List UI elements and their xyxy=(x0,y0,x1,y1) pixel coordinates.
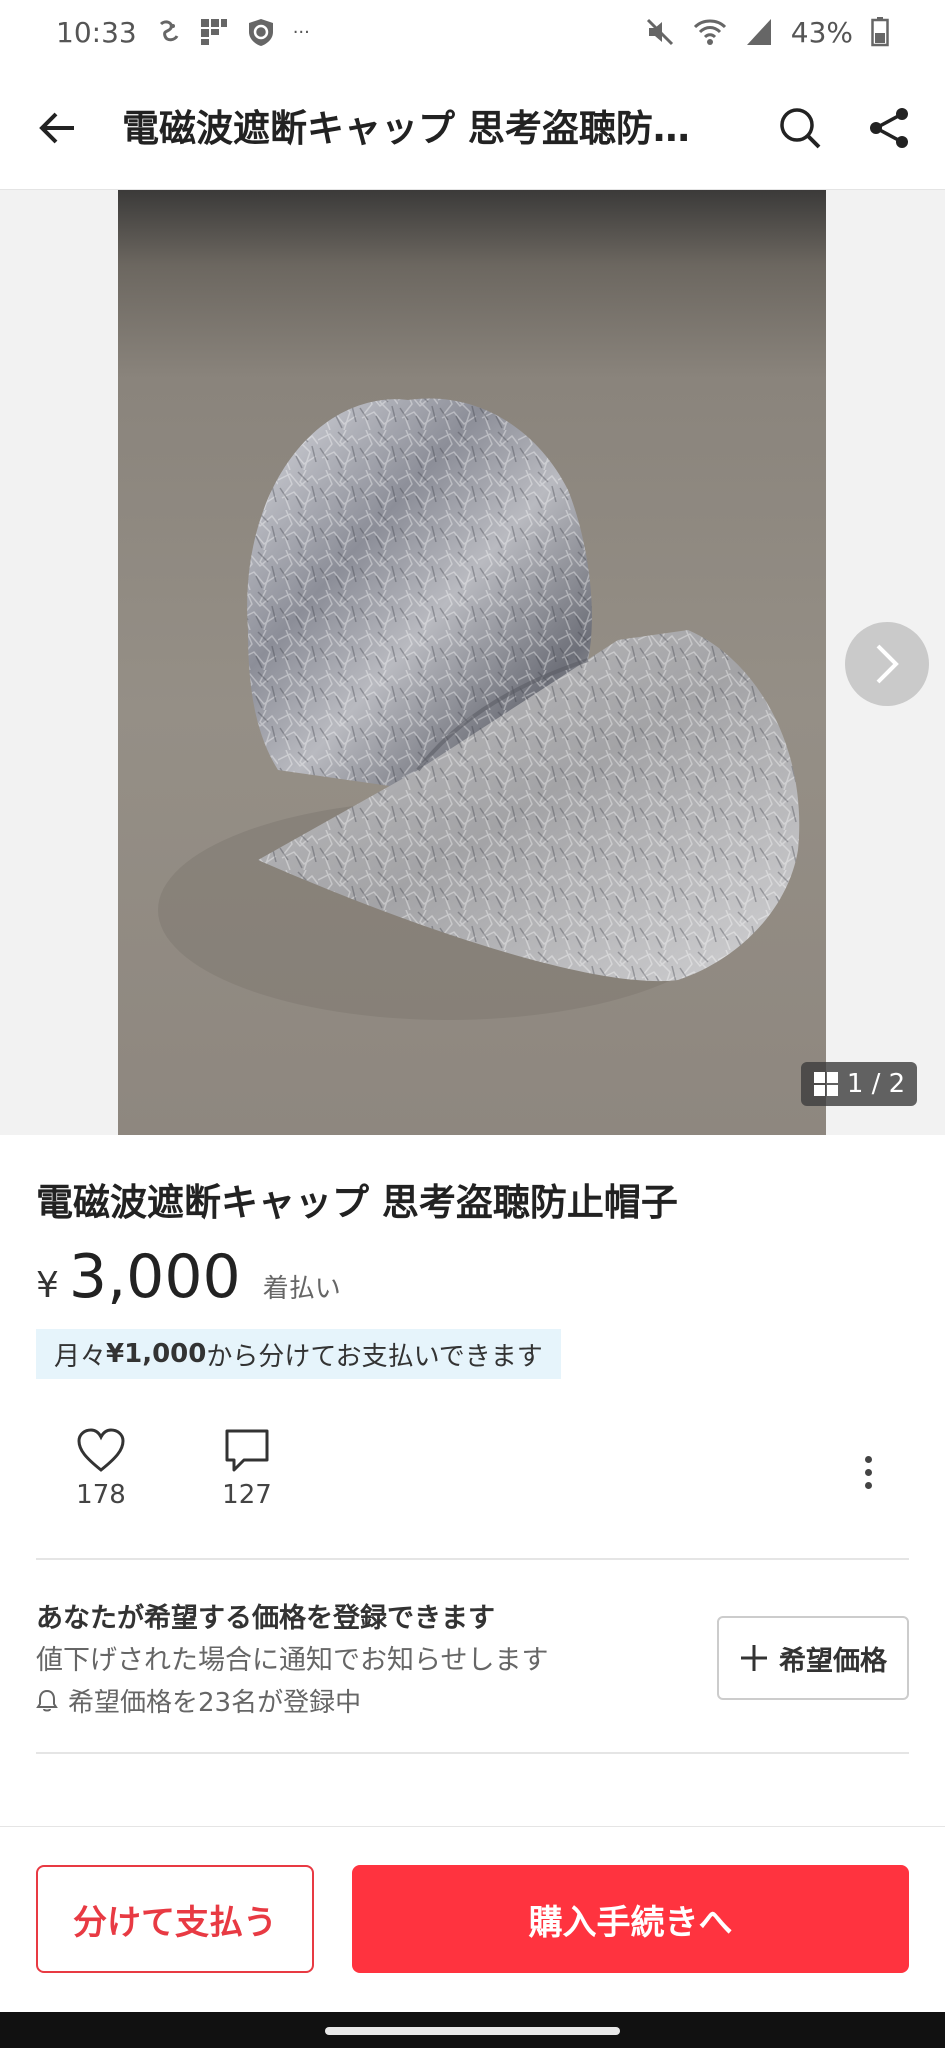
back-arrow-icon xyxy=(39,112,74,144)
foil-cap-illustration xyxy=(158,398,800,1020)
next-image-button[interactable] xyxy=(845,622,929,706)
page-title: 電磁波遮断キャップ 思考盗聴防止帽子 xyxy=(122,107,712,150)
wish-price-description: 値下げされた場合に通知でお知らせします xyxy=(36,1645,549,1676)
more-options-button[interactable] xyxy=(848,1452,888,1492)
image-counter-text: 1 / 2 xyxy=(846,1069,906,1099)
notification-app-icon xyxy=(159,20,179,42)
plus-icon xyxy=(741,1645,767,1671)
installment-amount: ¥1,000 xyxy=(106,1339,207,1369)
image-gallery[interactable]: 1 / 2 xyxy=(0,190,945,1135)
currency-symbol: ¥ xyxy=(36,1265,59,1306)
more-vertical-icon-dot xyxy=(864,1481,872,1489)
mute-icon xyxy=(646,18,673,46)
image-counter[interactable]: 1 / 2 xyxy=(801,1062,917,1106)
status-right: 43% xyxy=(645,16,889,49)
wish-price-button-label: 希望価格 xyxy=(779,1645,887,1677)
app-bar: 電磁波遮断キャップ 思考盗聴防止帽子 xyxy=(0,64,945,190)
back-button[interactable] xyxy=(30,100,86,156)
wish-price-registered: 希望価格を23名が登録中 xyxy=(36,1682,361,1719)
status-time: 10:33 xyxy=(56,15,137,49)
wish-price-registered-text: 希望価格を23名が登録中 xyxy=(68,1688,362,1718)
heart-icon xyxy=(77,1428,125,1472)
grid-app-icon xyxy=(200,19,227,45)
grid-icon xyxy=(813,1072,838,1096)
comment-button[interactable]: 127 xyxy=(216,1428,278,1510)
comment-count: 127 xyxy=(222,1480,272,1510)
status-left: 10:33 ··· xyxy=(56,16,310,49)
gesture-handle[interactable] xyxy=(325,2027,620,2035)
share-button[interactable] xyxy=(862,100,918,156)
share-icon xyxy=(870,108,908,148)
wish-price-title: あなたが希望する価格を登録できます xyxy=(36,1603,495,1634)
wish-price-button[interactable]: 希望価格 xyxy=(717,1616,909,1700)
like-count: 178 xyxy=(76,1480,126,1510)
product-title: 電磁波遮断キャップ 思考盗聴防止帽子 xyxy=(36,1181,678,1224)
signal-icon xyxy=(746,19,771,45)
installment-banner[interactable]: 月々 ¥1,000 から分けてお支払いできます xyxy=(36,1329,561,1379)
chevron-right-icon xyxy=(876,644,899,684)
divider xyxy=(36,1558,909,1560)
search-icon xyxy=(780,108,821,149)
more-vertical-icon-dot xyxy=(864,1468,872,1476)
divider xyxy=(36,1752,909,1754)
shield-app-icon xyxy=(248,19,273,46)
split-pay-button[interactable]: 分けて支払う xyxy=(36,1865,314,1973)
status-overflow: ··· xyxy=(292,21,310,43)
bottom-action-bar: 分けて支払う 購入手続きへ xyxy=(0,1826,945,2012)
bell-icon xyxy=(36,1689,58,1711)
installment-prefix: 月々 xyxy=(54,1341,107,1372)
shipping-label: 着払い xyxy=(262,1274,341,1304)
search-button[interactable] xyxy=(772,100,828,156)
wifi-icon xyxy=(693,19,726,45)
status-bar: 10:33 ··· 43% xyxy=(0,0,945,64)
price-row: ¥ 3,000 着払い xyxy=(36,1242,341,1312)
installment-suffix: から分けてお支払いできます xyxy=(206,1341,543,1372)
battery-icon xyxy=(871,17,889,47)
comment-icon xyxy=(225,1429,269,1472)
buy-button[interactable]: 購入手続きへ xyxy=(352,1865,909,1973)
more-vertical-icon xyxy=(864,1455,872,1463)
like-button[interactable]: 178 xyxy=(70,1428,132,1510)
price: 3,000 xyxy=(68,1242,241,1312)
product-photo[interactable] xyxy=(118,190,826,1135)
battery-text: 43% xyxy=(790,15,853,49)
